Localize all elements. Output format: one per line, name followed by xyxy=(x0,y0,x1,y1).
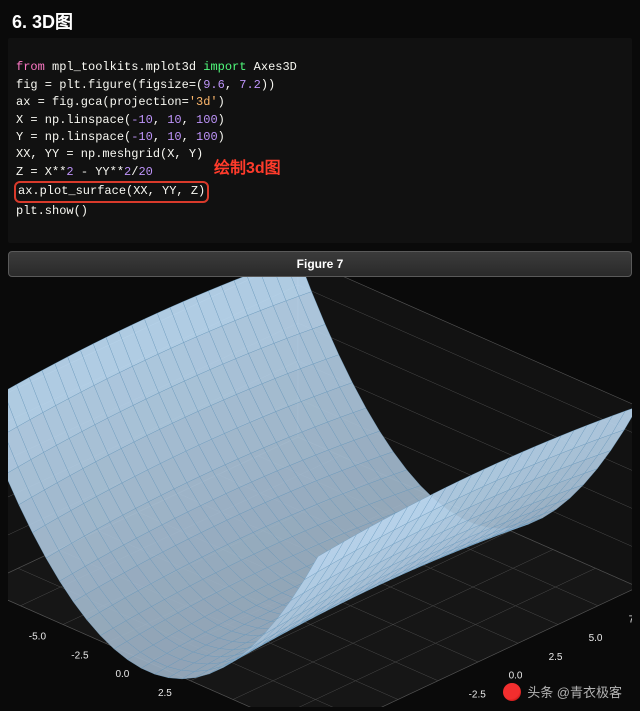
svg-text:5.0: 5.0 xyxy=(200,707,214,708)
code-text: ) xyxy=(218,113,225,127)
svg-text:-2.5: -2.5 xyxy=(71,651,89,662)
code-number: 100 xyxy=(196,113,218,127)
plot-svg: -10.0-7.5-5.0-2.50.02.55.07.510.0-10.0-7… xyxy=(8,277,632,707)
code-text: ax.plot_surface(XX, YY, Z) xyxy=(18,184,205,198)
code-block: from mpl_toolkits.mplot3d import Axes3D … xyxy=(8,38,632,243)
code-number: 20 xyxy=(138,165,152,179)
code-number: 100 xyxy=(196,130,218,144)
figure-title: Figure 7 xyxy=(297,257,344,271)
code-text: )) xyxy=(261,78,275,92)
code-text: X = np.linspace( xyxy=(16,113,131,127)
code-number: -10 xyxy=(131,113,153,127)
watermark-logo-icon xyxy=(503,683,521,701)
code-text: ax = fig.gca(projection= xyxy=(16,95,189,109)
annotation-label: 绘制3d图 xyxy=(214,157,281,180)
code-symbol: Axes3D xyxy=(246,60,296,74)
code-text: fig = plt.figure(figsize=( xyxy=(16,78,203,92)
svg-text:5.0: 5.0 xyxy=(589,633,603,644)
code-text: , xyxy=(182,130,196,144)
watermark: 头条 @青衣极客 xyxy=(503,682,622,701)
section-heading: 6. 3D图 xyxy=(0,0,640,38)
code-number: 10 xyxy=(167,113,181,127)
code-text: , xyxy=(182,113,196,127)
svg-text:7.5: 7.5 xyxy=(629,615,632,626)
code-text: Y = np.linspace( xyxy=(16,130,131,144)
code-module: mpl_toolkits.mplot3d xyxy=(45,60,203,74)
watermark-text: 头条 @青衣极客 xyxy=(527,682,622,701)
svg-text:-2.5: -2.5 xyxy=(469,690,487,701)
code-number: -10 xyxy=(131,130,153,144)
code-text: XX, YY = np.meshgrid(X, Y) xyxy=(16,147,203,161)
code-number: 7.2 xyxy=(239,78,261,92)
code-text: ) xyxy=(218,130,225,144)
svg-text:2.5: 2.5 xyxy=(549,652,563,663)
svg-text:2.5: 2.5 xyxy=(158,688,172,699)
code-number: 2 xyxy=(66,165,73,179)
code-string: '3d' xyxy=(189,95,218,109)
svg-text:-5.0: -5.0 xyxy=(29,632,47,643)
code-text: ) xyxy=(218,95,225,109)
code-text: , xyxy=(153,113,167,127)
figure-title-bar[interactable]: Figure 7 xyxy=(8,251,632,277)
highlighted-code: ax.plot_surface(XX, YY, Z) xyxy=(14,181,209,202)
svg-text:0.0: 0.0 xyxy=(509,671,523,682)
plot-3d-canvas[interactable]: -10.0-7.5-5.0-2.50.02.55.07.510.0-10.0-7… xyxy=(8,277,632,707)
code-text: - YY** xyxy=(74,165,124,179)
code-kw-from: from xyxy=(16,60,45,74)
code-number: 9.6 xyxy=(203,78,225,92)
code-text: plt.show() xyxy=(16,204,88,218)
code-text: Z = X** xyxy=(16,165,66,179)
code-text: , xyxy=(153,130,167,144)
svg-text:0.0: 0.0 xyxy=(115,669,129,680)
code-kw-import: import xyxy=(203,60,246,74)
code-text: , xyxy=(225,78,239,92)
code-number: 10 xyxy=(167,130,181,144)
